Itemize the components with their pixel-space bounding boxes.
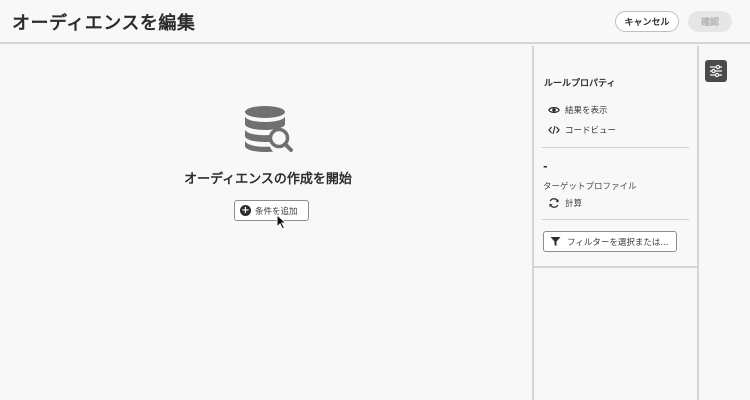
panel-bottom-border	[534, 266, 697, 268]
filter-select-label: フィルターを選択または...	[567, 237, 669, 248]
header: オーディエンスを編集 キャンセル 確認	[0, 0, 750, 44]
calculate-button[interactable]: 計算	[548, 197, 582, 209]
page-title: オーディエンスを編集	[12, 13, 196, 34]
target-profile-value: -	[543, 160, 548, 173]
code-icon	[548, 125, 560, 135]
calculate-label: 計算	[565, 199, 583, 209]
divider	[542, 219, 689, 220]
code-view-link[interactable]: コードビュー	[548, 124, 616, 136]
sliders-icon	[710, 64, 722, 78]
code-view-label: コードビュー	[565, 126, 617, 136]
show-results-link[interactable]: 結果を表示	[548, 104, 608, 116]
rule-properties-title: ルールプロパティ	[544, 79, 616, 89]
mouse-pointer-icon	[276, 214, 288, 230]
eye-icon	[548, 106, 560, 114]
confirm-button[interactable]: 確認	[688, 11, 732, 32]
refresh-icon	[549, 198, 559, 208]
empty-state-title: オーディエンスの作成を開始	[184, 172, 352, 187]
show-results-label: 結果を表示	[565, 106, 608, 116]
filter-select-button[interactable]: フィルターを選択または...	[543, 231, 677, 252]
rule-properties-panel: ルールプロパティ 結果を表示 コードビュー - ターゲットプロファイル 計算 フ…	[534, 46, 697, 400]
filter-icon	[550, 237, 561, 246]
cancel-button[interactable]: キャンセル	[615, 11, 679, 32]
panel-divider	[697, 46, 699, 400]
add-circle-icon: +	[240, 205, 251, 216]
target-profile-label: ターゲットプロファイル	[543, 182, 637, 192]
rule-canvas: オーディエンスの作成を開始 + 条件を追加	[0, 46, 532, 400]
divider	[542, 147, 689, 148]
add-condition-button[interactable]: + 条件を追加	[234, 200, 309, 221]
settings-button[interactable]	[705, 60, 727, 82]
database-search-icon	[245, 106, 293, 152]
